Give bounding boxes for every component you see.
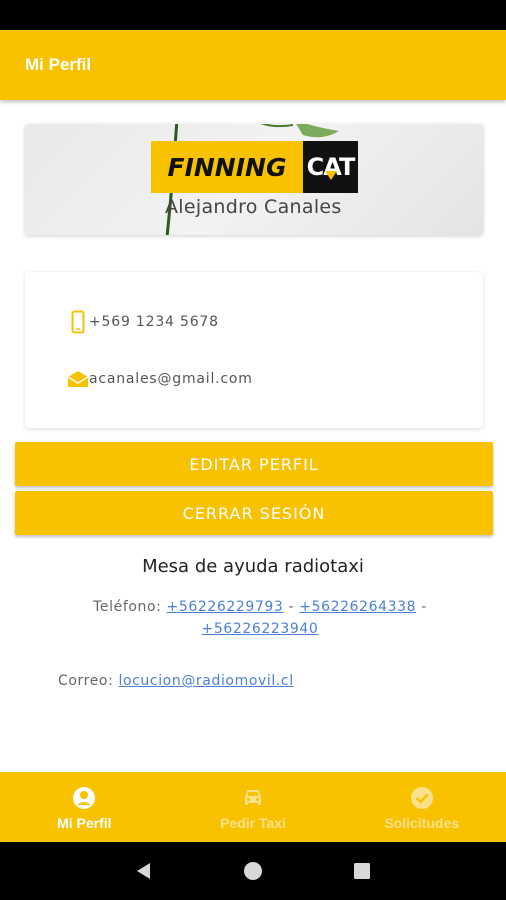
contact-info-card: +569 1234 5678 acanales@gmail.com [25, 272, 483, 428]
recents-icon[interactable] [352, 861, 372, 881]
page-title: Mi Perfil [25, 55, 92, 74]
profile-name: Alejandro Canales [165, 196, 342, 218]
logout-button[interactable]: CERRAR SESIÓN [15, 491, 493, 535]
nav-item-pedir-taxi[interactable]: Pedir Taxi [169, 772, 338, 842]
finning-cat-logo: FINNING CAT [151, 141, 358, 193]
app-bar: Mi Perfil [0, 30, 506, 100]
account-circle-icon [73, 786, 96, 809]
home-icon[interactable] [243, 861, 263, 881]
phone-icon [67, 310, 89, 334]
help-phones: Teléfono: +56226229793 - +56226264338 - … [80, 596, 440, 640]
help-phone-link-3[interactable]: +56226223940 [202, 621, 319, 637]
edit-profile-button[interactable]: EDITAR PERFIL [15, 442, 493, 486]
nav-label-pedir-taxi: Pedir Taxi [220, 814, 286, 831]
phone-text: +569 1234 5678 [89, 314, 219, 330]
nav-label-mi-perfil: Mi Perfil [57, 814, 112, 831]
nav-item-solicitudes[interactable]: Solicitudes [337, 772, 506, 842]
phone-separator: - [288, 599, 295, 615]
help-phone-link-2[interactable]: +56226264338 [299, 599, 416, 615]
phone-label: Teléfono: [93, 599, 162, 615]
bottom-navigation: Mi Perfil Pedir Taxi Solicitudes [0, 772, 506, 842]
cat-triangle-icon [325, 171, 337, 180]
profile-header-card: FINNING CAT Alejandro Canales [25, 124, 483, 235]
cat-logo: CAT [303, 141, 358, 193]
car-icon [245, 789, 261, 805]
finning-logo-text: FINNING [167, 152, 287, 182]
help-email-link[interactable]: locucion@radiomovil.cl [118, 673, 293, 689]
nav-label-solicitudes: Solicitudes [384, 814, 460, 831]
phone-row: +569 1234 5678 [67, 310, 219, 334]
help-email: Correo: locucion@radiomovil.cl [58, 673, 294, 689]
email-row: acanales@gmail.com [67, 370, 253, 388]
back-icon[interactable] [134, 861, 154, 881]
status-bar [0, 0, 506, 30]
email-text: acanales@gmail.com [89, 371, 253, 387]
nav-item-mi-perfil[interactable]: Mi Perfil [0, 772, 169, 842]
email-open-icon [67, 370, 89, 388]
phone-separator: - [421, 599, 427, 615]
help-desk-title: Mesa de ayuda radiotaxi [142, 556, 364, 577]
email-label: Correo: [58, 673, 114, 689]
check-circle-icon [410, 786, 433, 809]
system-navigation-bar [0, 842, 506, 900]
finning-logo: FINNING [151, 141, 303, 193]
help-phone-link-1[interactable]: +56226229793 [167, 599, 284, 615]
